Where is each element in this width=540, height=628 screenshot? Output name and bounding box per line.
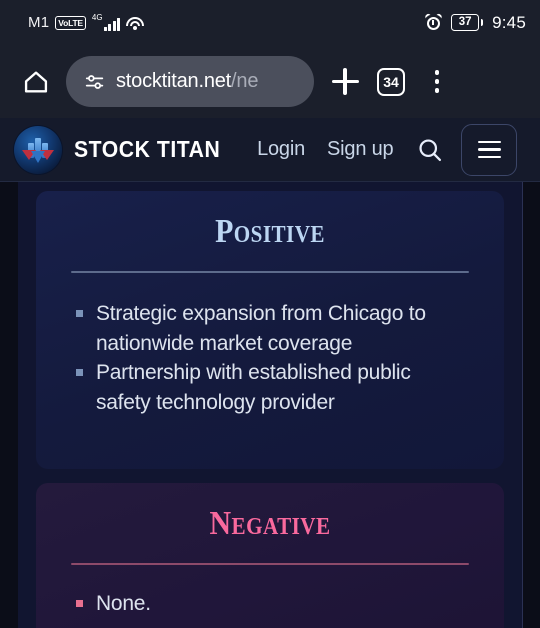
stock-titan-logo-icon[interactable]: [14, 125, 62, 174]
status-bar-right: 37 9:45: [424, 12, 526, 33]
carrier-label: M1: [28, 14, 50, 31]
battery-level-label: 37: [458, 15, 472, 28]
signup-link[interactable]: Sign up: [327, 138, 394, 161]
negative-card-title: Negative: [209, 505, 331, 542]
browser-toolbar: stocktitan.net/ne 34: [0, 45, 540, 118]
site-settings-icon[interactable]: [84, 71, 106, 93]
cellular-signal-icon: 4G: [91, 13, 121, 31]
page-left-margin: [0, 182, 18, 628]
positive-card-title: Positive: [215, 213, 325, 250]
negative-bullet-list: None.: [36, 589, 504, 619]
tab-count-label: 34: [377, 67, 405, 96]
positive-bullet-list: Strategic expansion from Chicago to nati…: [36, 299, 504, 417]
signal-bars-icon: [103, 17, 121, 31]
home-icon[interactable]: [16, 62, 56, 102]
negative-card-divider: [71, 563, 469, 565]
volte-badge: VoLTE: [55, 15, 86, 30]
kebab-menu-icon: [434, 70, 440, 93]
alarm-clock-icon: [424, 12, 444, 31]
search-button[interactable]: [413, 133, 447, 167]
url-domain: stocktitan.net: [116, 70, 232, 92]
tab-switcher-button[interactable]: 34: [368, 59, 414, 105]
status-bar-left: M1 VoLTE 4G: [28, 13, 145, 31]
wifi-icon: [126, 16, 145, 30]
url-bar[interactable]: stocktitan.net/ne: [66, 56, 314, 107]
new-tab-button[interactable]: [322, 59, 368, 105]
brand-name[interactable]: STOCK TITAN: [74, 136, 220, 163]
battery-icon: 37: [451, 14, 484, 31]
positive-card: Positive Strategic expansion from Chicag…: [36, 191, 504, 469]
negative-card: Negative None.: [36, 483, 504, 628]
page-body: Positive Strategic expansion from Chicag…: [0, 182, 540, 628]
page-right-margin: [523, 182, 540, 628]
hamburger-menu-button[interactable]: [461, 123, 518, 176]
positive-card-divider: [71, 271, 469, 273]
login-link[interactable]: Login: [257, 138, 305, 161]
url-path: /ne: [231, 70, 259, 92]
network-type-label: 4G: [91, 13, 103, 22]
status-bar: M1 VoLTE 4G 37 9:45: [0, 0, 540, 45]
list-item: None.: [72, 589, 470, 619]
clock-label: 9:45: [492, 12, 526, 32]
header-nav: Login Sign up: [257, 138, 394, 161]
list-item: Strategic expansion from Chicago to nati…: [72, 299, 470, 358]
site-header: STOCK TITAN Login Sign up: [0, 118, 540, 182]
article-content: Positive Strategic expansion from Chicag…: [18, 182, 523, 628]
browser-menu-button[interactable]: [414, 59, 460, 105]
list-item: Partnership with established public safe…: [72, 358, 470, 417]
url-text: stocktitan.net/ne: [116, 70, 258, 93]
phone-screen: M1 VoLTE 4G 37 9:45 stocktitan.net/ne 34…: [0, 0, 540, 628]
